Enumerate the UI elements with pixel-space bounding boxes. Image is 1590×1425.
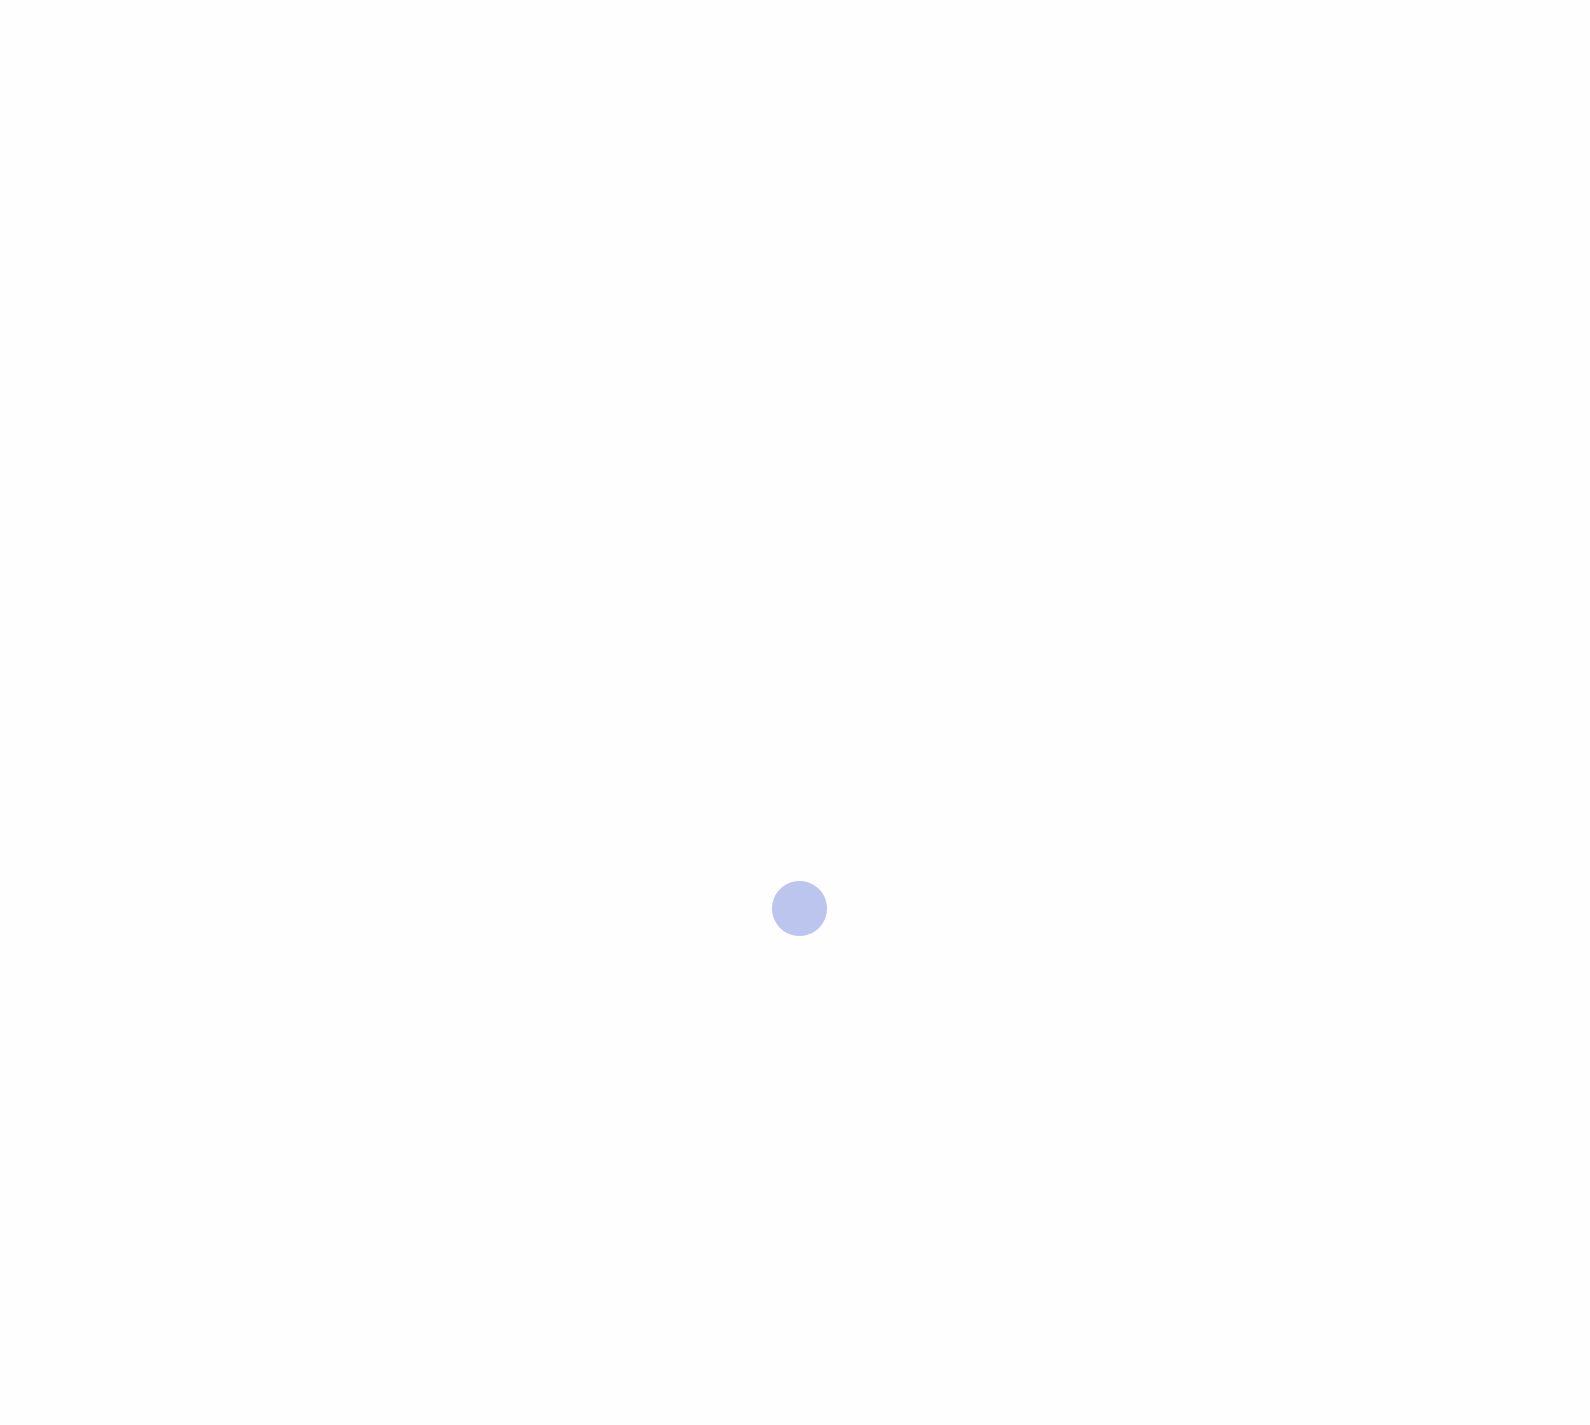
loading-screen: [0, 0, 1590, 1425]
loading-dot-icon: [772, 881, 827, 936]
